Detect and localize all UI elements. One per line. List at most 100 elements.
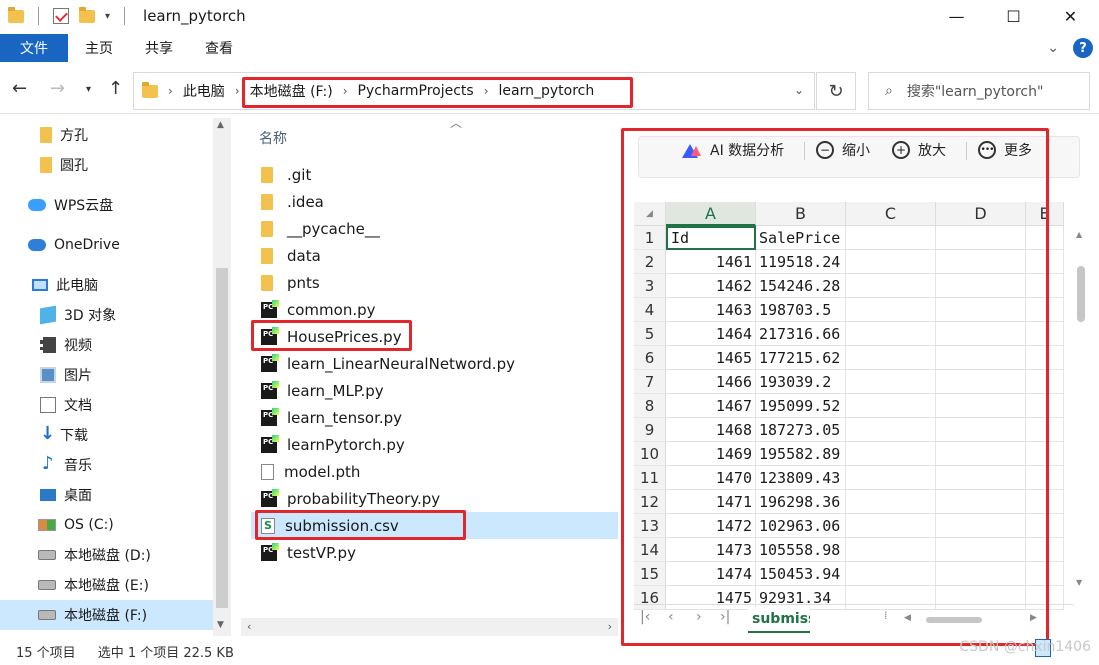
sheet-cell[interactable] [936,274,1026,298]
scroll-down-icon[interactable]: ▼ [217,620,224,630]
sidebar-scroll-thumb[interactable] [216,268,228,608]
row-number[interactable]: 3 [634,274,666,298]
minimize-button[interactable]: — [928,0,985,32]
row-number[interactable]: 8 [634,394,666,418]
sheet-cell[interactable]: 123809.43 [756,466,846,490]
column-header-name[interactable]: 名称 [259,128,287,148]
sidebar-item-drive-e[interactable]: 本地磁盘 (E:) [0,570,213,600]
column-header[interactable]: E [1026,202,1064,226]
file-row[interactable]: __pycache__ [251,215,618,242]
file-row[interactable]: learnPytorch.py [251,431,618,458]
sheet-cell[interactable] [1026,514,1064,538]
sidebar-scrollbar[interactable]: ▲ ▼ [213,118,231,636]
sheet-cell[interactable] [936,394,1026,418]
next-sheet-icon[interactable]: › [696,609,702,625]
file-row[interactable]: data [251,242,618,269]
sheet-cell[interactable]: SalePrice [756,226,846,250]
forward-arrow-icon[interactable]: → [50,78,65,99]
sheet-cell[interactable] [936,346,1026,370]
file-row[interactable]: learn_tensor.py [251,404,618,431]
sheet-cell[interactable] [1026,394,1064,418]
sheet-cell[interactable] [936,370,1026,394]
scroll-down-icon[interactable]: ▼ [1076,578,1082,587]
search-input[interactable]: 搜索"learn_pytorch" [907,81,1044,101]
zoom-out-button[interactable]: − 缩小 [816,140,870,160]
row-number[interactable]: 6 [634,346,666,370]
tab-share[interactable]: 共享 [145,38,173,58]
tab-view[interactable]: 查看 [205,38,233,58]
sheet-cell[interactable] [846,370,936,394]
scroll-left-icon[interactable]: ‹ [247,620,251,633]
sheet-cell[interactable] [1026,274,1064,298]
sheet-cell[interactable]: 1468 [666,418,756,442]
row-number[interactable]: 10 [634,442,666,466]
sidebar-item-documents[interactable]: 文档 [0,390,213,420]
sheet-cell[interactable] [1026,466,1064,490]
sheet-cell[interactable] [846,562,936,586]
preview-scroll-thumb[interactable] [1077,266,1085,322]
row-number[interactable]: 1 [634,226,666,250]
sheet-cell[interactable]: 1473 [666,538,756,562]
sheet-cell[interactable] [1026,370,1064,394]
sheet-cell[interactable]: 1466 [666,370,756,394]
sheet-cell[interactable] [936,250,1026,274]
preview-vscrollbar[interactable]: ▲ ▼ [1074,226,1088,591]
sheet-cell[interactable] [846,418,936,442]
sheet-cell[interactable] [1026,250,1064,274]
sheet-cell[interactable] [1026,490,1064,514]
sheet-cell[interactable] [846,538,936,562]
sheet-cell[interactable] [846,298,936,322]
row-number[interactable]: 4 [634,298,666,322]
sheet-cell[interactable] [846,466,936,490]
sheet-cell[interactable] [936,466,1026,490]
row-number[interactable]: 7 [634,370,666,394]
sheet-cell[interactable] [846,394,936,418]
sheet-cell[interactable]: 154246.28 [756,274,846,298]
breadcrumb-this-pc[interactable]: 此电脑 [183,81,225,101]
sheet-cell[interactable]: 195582.89 [756,442,846,466]
scroll-right-icon[interactable]: › [608,620,612,633]
sheet-cell[interactable]: 198703.5 [756,298,846,322]
breadcrumb-learn-pytorch[interactable]: learn_pytorch [499,83,595,99]
file-row[interactable]: common.py [251,296,618,323]
sheet-cell[interactable]: 1463 [666,298,756,322]
sheet-cell[interactable] [1026,538,1064,562]
sheet-cell[interactable] [1026,298,1064,322]
sheet-cell[interactable]: 195099.52 [756,394,846,418]
file-row[interactable]: .git [251,161,618,188]
sidebar-item-wps-cloud[interactable]: WPS云盘 [0,190,213,220]
sheet-cell[interactable]: 1465 [666,346,756,370]
sheet-cell[interactable] [846,322,936,346]
sheet-cell[interactable] [846,226,936,250]
row-number[interactable]: 12 [634,490,666,514]
file-row[interactable]: HousePrices.py [251,323,618,350]
sidebar-item-downloads[interactable]: 下载 [0,420,213,450]
chevron-right-icon[interactable]: › [343,84,348,98]
last-sheet-icon[interactable]: ›| [720,609,730,625]
tab-home[interactable]: 主页 [85,38,113,58]
sidebar-item-drive-f[interactable]: 本地磁盘 (F:) [0,600,213,630]
sheet-cell[interactable] [846,274,936,298]
sheet-cell[interactable]: 1462 [666,274,756,298]
sidebar-item-drive-c[interactable]: OS (C:) [0,510,213,540]
sheet-cell[interactable]: Id [666,226,756,250]
tab-file[interactable]: 文件 [0,34,68,62]
scroll-up-icon[interactable]: ▲ [217,120,224,130]
row-number[interactable]: 14 [634,538,666,562]
row-number[interactable]: 9 [634,418,666,442]
scroll-up-icon[interactable]: ▲ [1076,230,1082,239]
sidebar-item-fangkong[interactable]: 方孔 [0,120,213,150]
file-row-selected[interactable]: submission.csv [251,512,618,539]
column-header[interactable]: A [666,202,756,226]
sheet-cell[interactable] [936,562,1026,586]
sidebar-item-3d-objects[interactable]: 3D 对象 [0,300,213,330]
more-button[interactable]: ••• 更多 [978,140,1032,160]
address-bar[interactable]: › 此电脑 › 本地磁盘 (F:) › PycharmProjects › le… [133,72,815,110]
sheet-cell[interactable] [936,418,1026,442]
sidebar-item-videos[interactable]: 视频 [0,330,213,360]
sheet-hscroll-thumb[interactable] [926,617,982,623]
sheet-cell[interactable]: 150453.94 [756,562,846,586]
column-header[interactable]: C [846,202,936,226]
sheet-cell[interactable]: 119518.24 [756,250,846,274]
sheet-cell[interactable] [936,514,1026,538]
